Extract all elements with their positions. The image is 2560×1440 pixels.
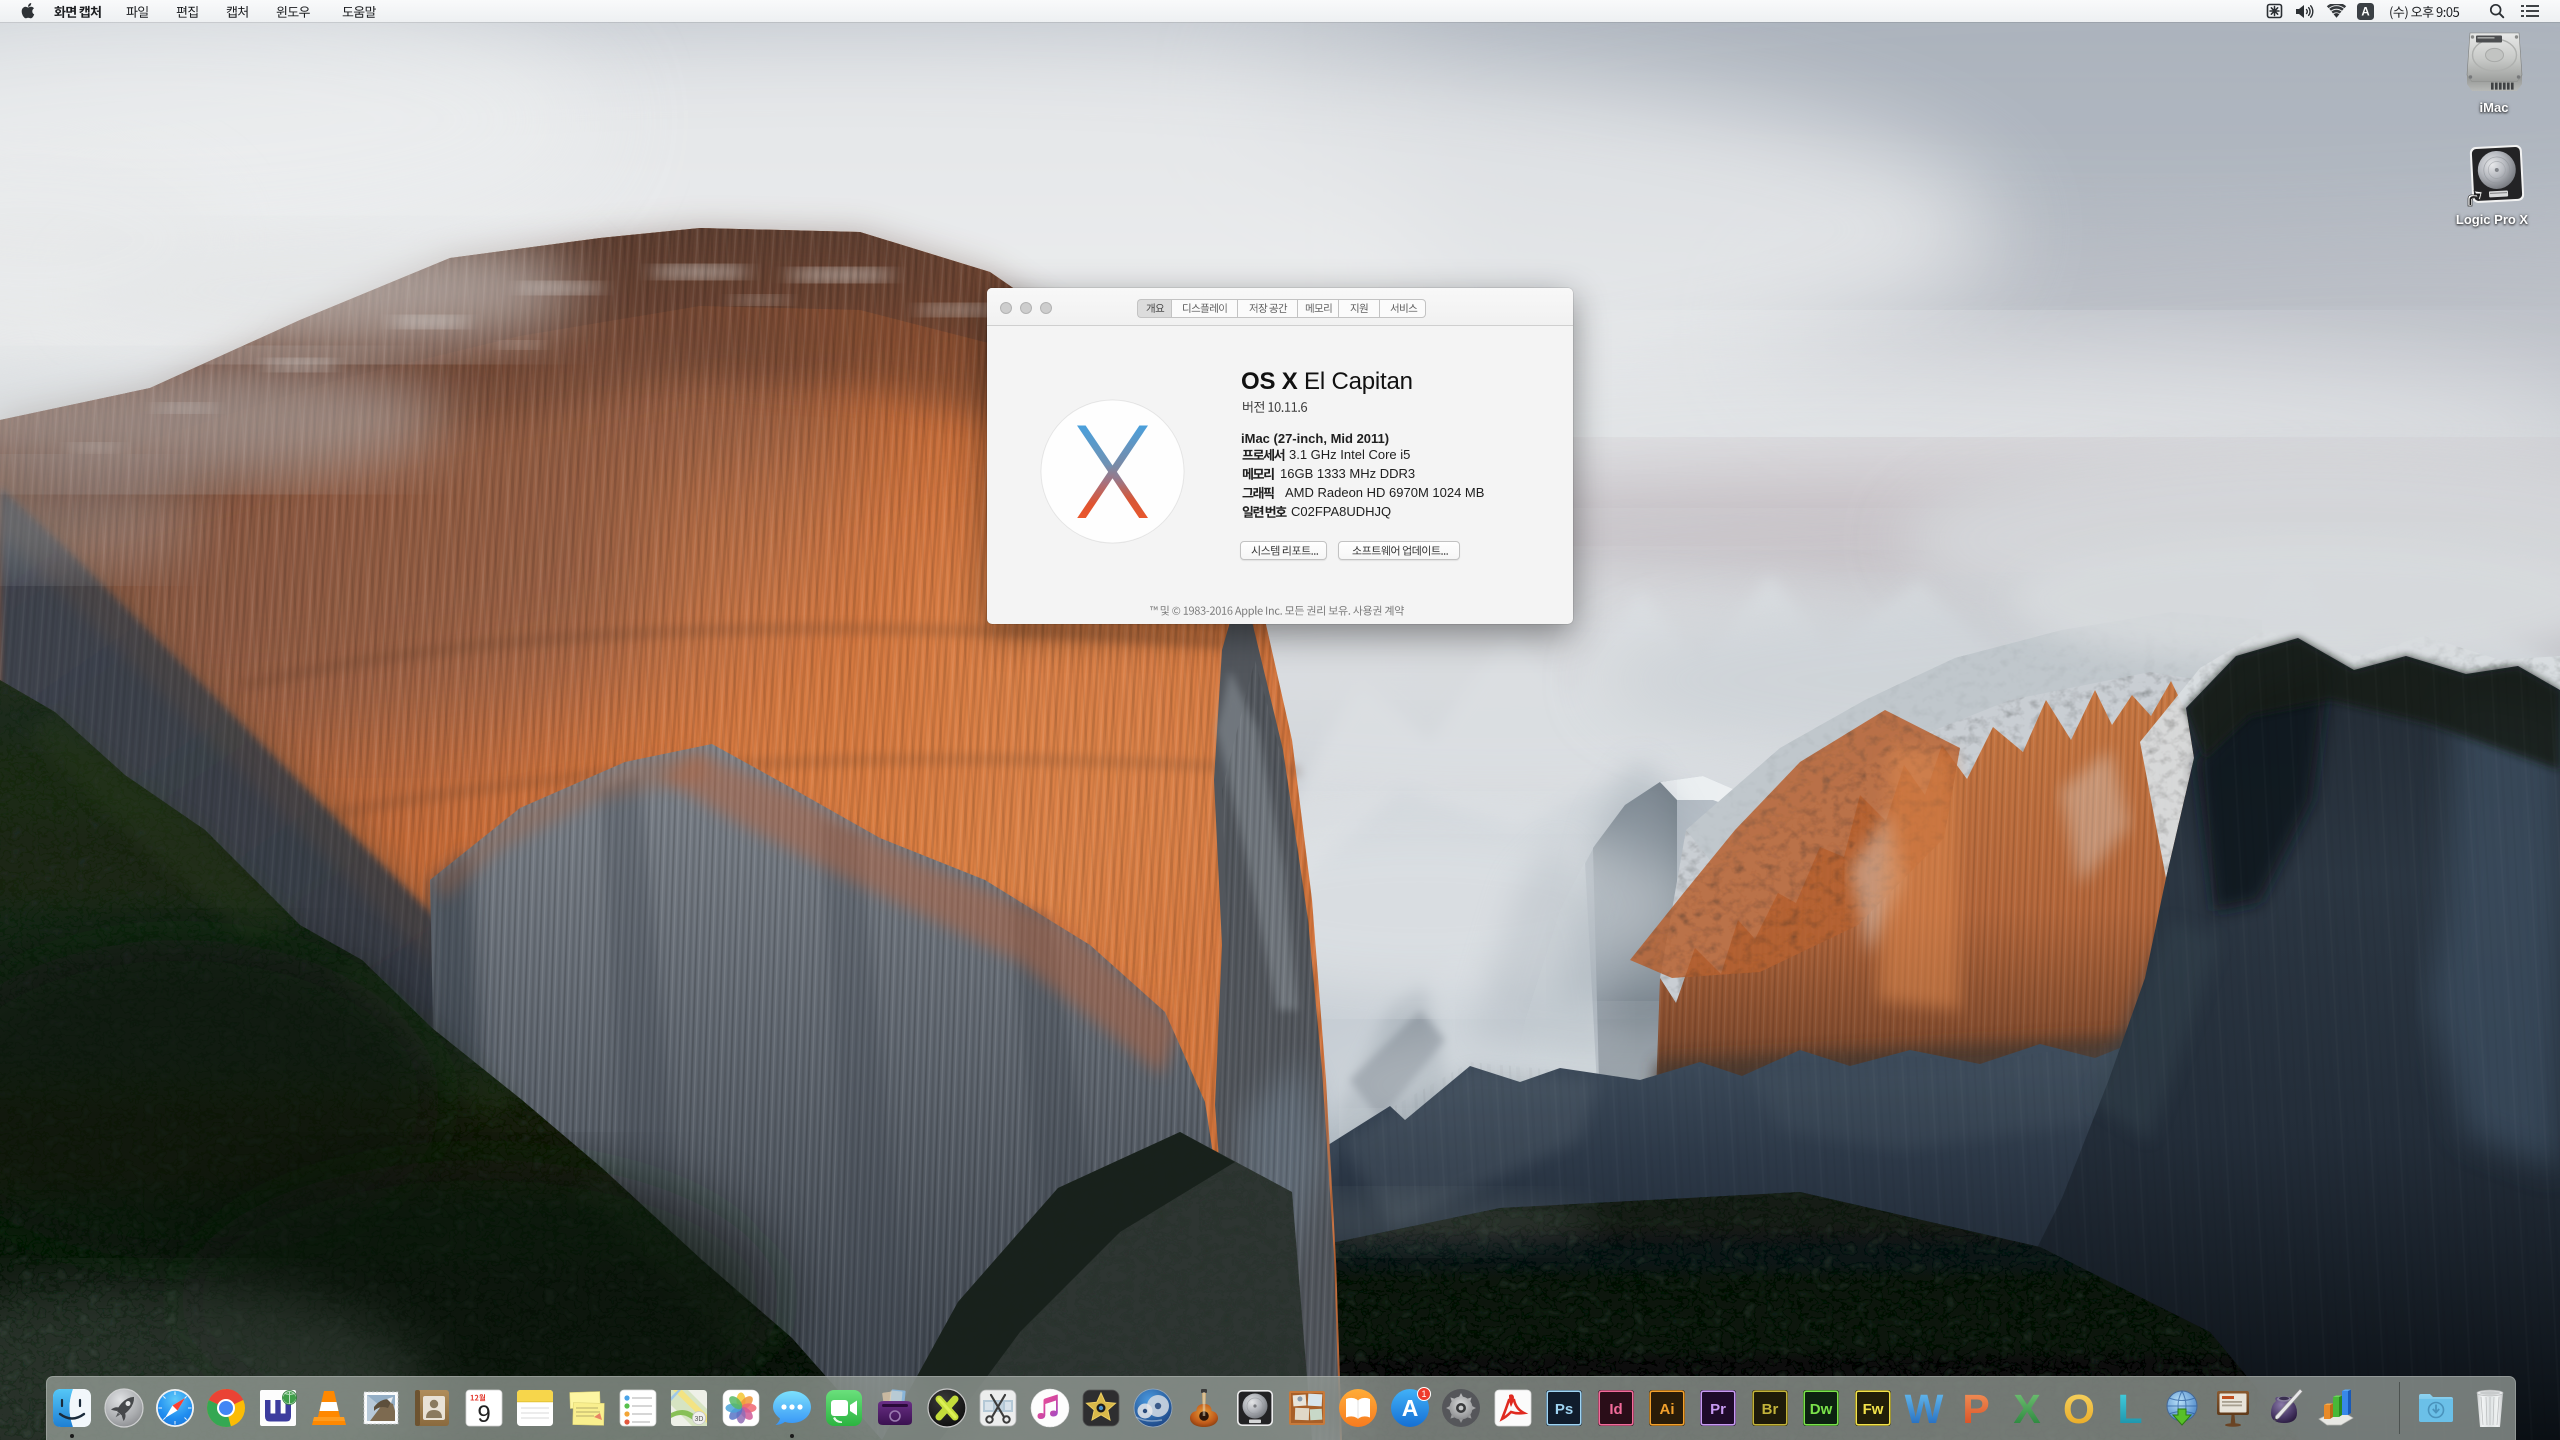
svg-text:Br: Br: [1762, 1401, 1779, 1418]
svg-text:9: 9: [477, 1401, 490, 1428]
svg-text:Pr: Pr: [1710, 1401, 1726, 1418]
svg-text:Fw: Fw: [1862, 1401, 1883, 1418]
svg-text:Ps: Ps: [1555, 1401, 1573, 1418]
svg-text:O: O: [2063, 1387, 2095, 1429]
svg-text:Id: Id: [1609, 1401, 1622, 1418]
svg-text:W: W: [1905, 1387, 1944, 1429]
svg-text:3D: 3D: [695, 1416, 704, 1423]
svg-text:A: A: [1401, 1395, 1418, 1421]
svg-text:Dw: Dw: [1810, 1401, 1833, 1418]
svg-text:P: P: [1962, 1387, 1989, 1429]
svg-text:Ai: Ai: [1660, 1401, 1675, 1418]
svg-text:X: X: [2013, 1387, 2040, 1429]
svg-text:L: L: [2117, 1387, 2142, 1429]
svg-text:1: 1: [1421, 1389, 1426, 1399]
svg-text:A: A: [2361, 7, 2369, 19]
